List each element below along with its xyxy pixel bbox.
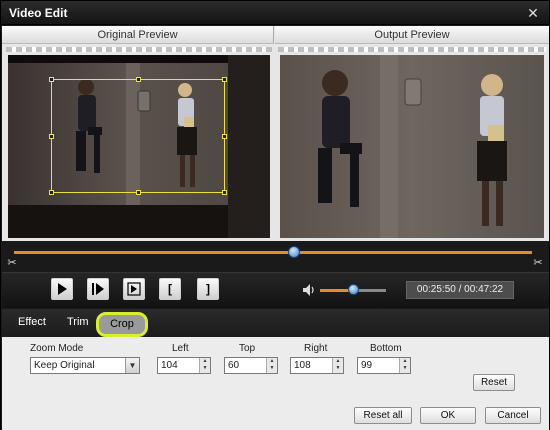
spin-down-icon[interactable]: ▼	[333, 365, 343, 372]
spin-down-icon[interactable]: ▼	[200, 365, 210, 372]
crop-handle-bottom-right[interactable]	[222, 190, 227, 195]
crop-handle-top-right[interactable]	[222, 77, 227, 82]
mark-out-button[interactable]: ]	[197, 278, 219, 300]
preview-area: Original Preview Output Preview	[2, 26, 549, 241]
original-preview-video	[8, 55, 270, 238]
spin-down-icon[interactable]: ▼	[267, 365, 277, 372]
frame-forward-icon	[127, 282, 141, 296]
bottom-value: 99	[361, 360, 373, 371]
reset-all-button[interactable]: Reset all	[354, 407, 412, 424]
film-strip-top-left	[6, 47, 272, 52]
step-forward-button[interactable]	[87, 278, 109, 300]
seek-bar[interactable]	[14, 251, 532, 254]
mark-in-button[interactable]: [	[159, 278, 181, 300]
scissors-icon[interactable]: ✂	[6, 257, 18, 269]
spin-up-icon[interactable]: ▲	[400, 358, 410, 365]
left-field[interactable]: 104 ▲ ▼	[157, 357, 211, 374]
cancel-button[interactable]: Cancel	[485, 407, 541, 424]
crop-handle-top[interactable]	[136, 77, 141, 82]
crop-selection-box[interactable]	[49, 77, 227, 195]
close-icon[interactable]: ✕	[525, 5, 541, 21]
volume-thumb[interactable]	[348, 284, 359, 295]
bottom-field[interactable]: 99 ▲ ▼	[357, 357, 411, 374]
title-bar: Video Edit ✕	[1, 1, 549, 25]
right-label: Right	[304, 343, 328, 354]
crop-handle-left[interactable]	[49, 134, 54, 139]
seek-thumb[interactable]	[288, 246, 300, 258]
right-value: 108	[294, 360, 311, 371]
spin-down-icon[interactable]: ▼	[400, 365, 410, 372]
frame-forward-button[interactable]	[123, 278, 145, 300]
spin-up-icon[interactable]: ▲	[333, 358, 343, 365]
left-label: Left	[172, 343, 189, 354]
spin-up-icon[interactable]: ▲	[267, 358, 277, 365]
right-spinner: ▲ ▼	[332, 358, 343, 373]
crop-handle-right[interactable]	[222, 134, 227, 139]
tab-crop[interactable]: Crop	[96, 312, 148, 337]
play-icon	[58, 283, 67, 295]
bottom-spinner: ▲ ▼	[399, 358, 410, 373]
left-value: 104	[161, 360, 178, 371]
time-display: 00:25:50 / 00:47:22	[406, 281, 514, 299]
top-spinner: ▲ ▼	[266, 358, 277, 373]
output-preview-header: Output Preview	[275, 26, 549, 44]
crop-handle-bottom-left[interactable]	[49, 190, 54, 195]
crop-handle-top-left[interactable]	[49, 77, 54, 82]
ok-button[interactable]: OK	[420, 407, 476, 424]
zoom-mode-value: Keep Original	[34, 360, 95, 371]
playback-controls: [ ] 00:25:50 / 00:47:22	[2, 272, 549, 308]
tab-trim[interactable]: Trim	[67, 316, 89, 328]
crop-handle-bottom[interactable]	[136, 190, 141, 195]
reset-button[interactable]: Reset	[473, 374, 515, 391]
film-strip-top-right	[278, 47, 546, 52]
zoom-mode-label: Zoom Mode	[30, 343, 84, 354]
output-video-frame	[280, 55, 544, 238]
spin-up-icon[interactable]: ▲	[200, 358, 210, 365]
left-spinner: ▲ ▼	[199, 358, 210, 373]
crop-panel: Zoom Mode Keep Original ▼ Left 104 ▲ ▼ T…	[2, 337, 549, 430]
window-title: Video Edit	[9, 6, 68, 20]
right-field[interactable]: 108 ▲ ▼	[290, 357, 344, 374]
edit-tabs: Effect Trim Crop	[2, 309, 549, 337]
tab-effect[interactable]: Effect	[18, 316, 46, 328]
original-preview-header: Original Preview	[2, 26, 274, 44]
top-label: Top	[239, 343, 256, 354]
top-field[interactable]: 60 ▲ ▼	[224, 357, 278, 374]
top-value: 60	[228, 360, 240, 371]
step-forward-icon	[92, 283, 104, 295]
seek-area: ✂ ✂	[2, 241, 549, 271]
zoom-mode-select[interactable]: Keep Original ▼	[30, 357, 140, 374]
mark-out-icon: ]	[206, 282, 210, 296]
bottom-label: Bottom	[370, 343, 402, 354]
volume-icon[interactable]	[301, 282, 317, 298]
mark-in-icon: [	[168, 282, 172, 296]
dropdown-arrow-icon[interactable]: ▼	[125, 358, 139, 373]
play-button[interactable]	[51, 278, 73, 300]
video-edit-window: Video Edit ✕ Original Preview Output Pre…	[0, 0, 550, 430]
output-preview-video	[280, 55, 544, 238]
scissors-icon[interactable]: ✂	[532, 257, 544, 269]
